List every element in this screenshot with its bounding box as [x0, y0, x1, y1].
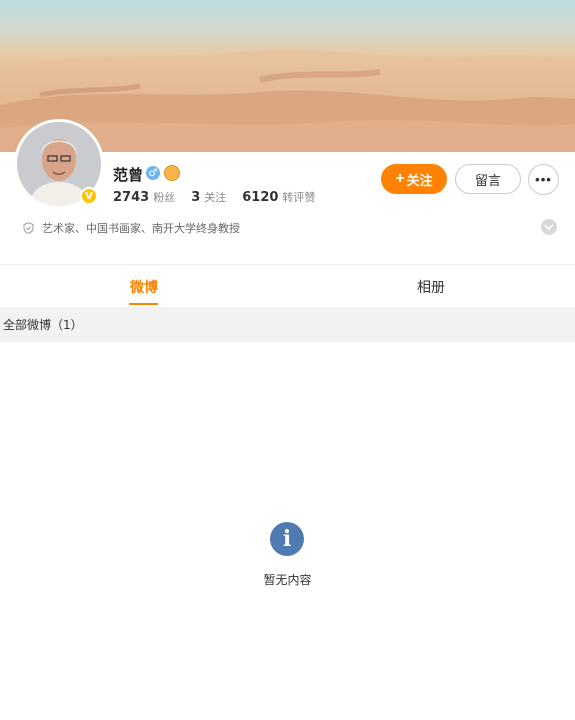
achievement-badge-icon[interactable]: [164, 165, 180, 181]
plus-icon: +: [395, 170, 405, 187]
following-count: 3: [191, 190, 201, 205]
stat-following[interactable]: 3 关注: [191, 189, 226, 205]
followers-label: 粉丝: [153, 191, 176, 204]
follow-button[interactable]: + 关注: [381, 164, 447, 194]
feed-header[interactable]: 全部微博（1）: [0, 307, 575, 342]
info-icon: i: [270, 522, 304, 556]
description-text: 艺术家、中国书画家、南开大学终身教授: [42, 222, 240, 235]
chevron-down-icon[interactable]: [541, 219, 557, 235]
active-tab-indicator: [129, 303, 158, 305]
tab-album[interactable]: 相册: [417, 277, 445, 297]
profile-page: V 范曾 ♂ 2743 粉丝 3 关注 6120 转评赞 + 关注 留言 ••• 艺术…: [0, 0, 575, 720]
more-options-icon[interactable]: •••: [528, 164, 559, 195]
feed-header-label: 全部微博（1）: [3, 318, 83, 332]
shield-icon: [23, 222, 34, 234]
profile-name: 范曾: [113, 166, 144, 184]
empty-state-text: 暂无内容: [263, 573, 312, 587]
followers-count: 2743: [113, 190, 150, 205]
reposts-likes-label: 转评赞: [282, 191, 316, 204]
follow-label: 关注: [406, 172, 433, 188]
following-label: 关注: [204, 191, 227, 204]
male-gender-icon: ♂: [146, 166, 160, 180]
profile-description: 艺术家、中国书画家、南开大学终身教授: [23, 220, 240, 236]
stat-reposts-likes: 6120 转评赞: [242, 189, 315, 205]
message-button[interactable]: 留言: [455, 164, 521, 194]
tab-weibo[interactable]: 微博: [130, 277, 158, 297]
reposts-likes-count: 6120: [242, 190, 279, 205]
divider: [0, 264, 575, 265]
stat-followers[interactable]: 2743 粉丝: [113, 189, 175, 205]
profile-stats: 2743 粉丝 3 关注 6120 转评赞: [113, 189, 331, 205]
verified-badge-icon: V: [80, 187, 98, 205]
